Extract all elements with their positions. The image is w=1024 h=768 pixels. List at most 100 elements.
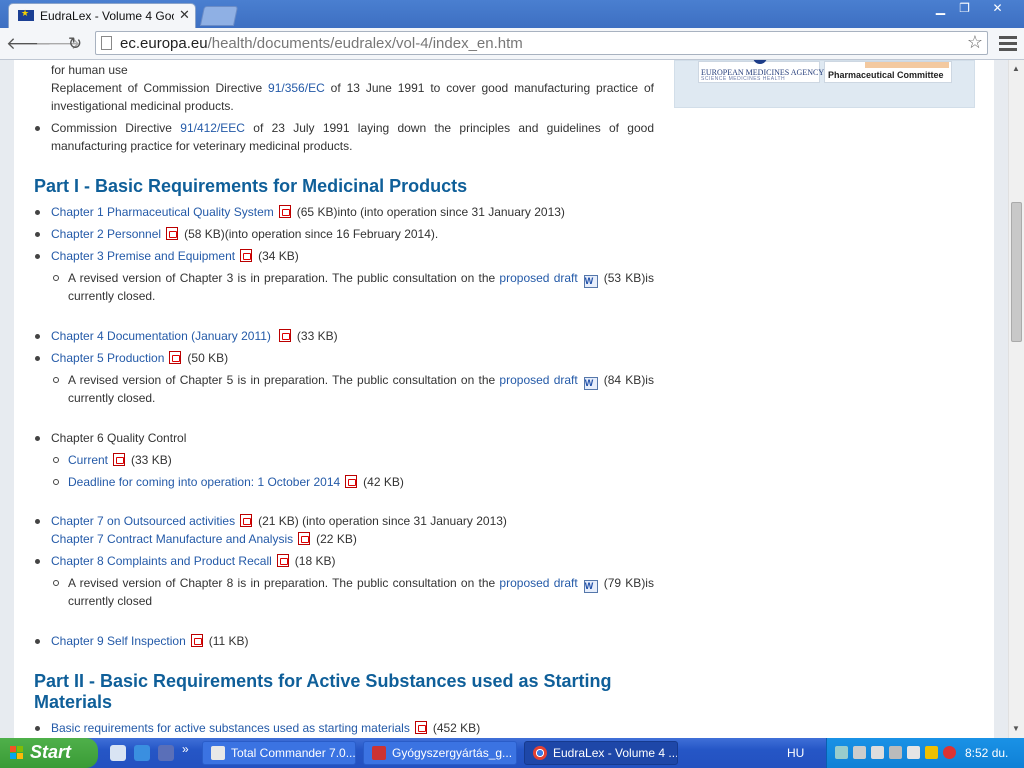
scroll-down-icon[interactable]: ▼ (1012, 724, 1020, 733)
network-icon[interactable] (835, 746, 848, 759)
list-text: for human use (51, 63, 128, 77)
part2-heading: Part II - Basic Requirements for Active … (34, 671, 612, 691)
directive-91-412-link[interactable]: 91/412/EEC (180, 121, 245, 135)
ema-logo[interactable]: EUROPEAN MEDICINES AGENCY SCIENCE MEDICI… (698, 60, 824, 83)
taskbar-item-document[interactable]: Gyógyszergyártás_g... (363, 741, 517, 765)
pdf-reader-icon (372, 746, 386, 760)
word-doc-icon[interactable]: W (583, 580, 598, 593)
bullet (35, 254, 40, 259)
close-tab-icon[interactable]: ✕ (179, 7, 190, 23)
start-button[interactable]: Start (0, 738, 98, 768)
sub-bullet (53, 580, 59, 586)
shield-icon[interactable] (925, 746, 938, 759)
list-item: Chapter 5 Production (50 KB) (51, 351, 229, 365)
pdf-icon[interactable] (190, 634, 203, 647)
taskbar: Start » Total Commander 7.0... Gyógyszer… (0, 738, 1024, 768)
bullet (35, 436, 40, 441)
windows-flag-icon (10, 746, 24, 760)
printer-icon[interactable] (853, 746, 866, 759)
quicklaunch-expand-icon[interactable]: » (182, 742, 189, 756)
pdf-icon[interactable] (166, 227, 179, 240)
scrollbar-thumb[interactable] (1011, 202, 1022, 342)
page-icon (101, 36, 112, 50)
ch5-proposed-draft-link[interactable]: proposed draft (499, 373, 577, 387)
desktop-icon[interactable] (110, 745, 126, 761)
pdf-icon[interactable] (298, 532, 311, 545)
pdf-icon[interactable] (113, 453, 126, 466)
url-text[interactable]: ec.europa.eu/health/documents/eudralex/v… (120, 35, 523, 52)
ch6-deadline-link[interactable]: Deadline for coming into operation: 1 Oc… (68, 475, 340, 489)
chapter7-link[interactable]: Chapter 7 on Outsourced activities (51, 514, 235, 528)
sub-bullet (53, 479, 59, 485)
sync-icon[interactable] (907, 746, 920, 759)
list-item: Replacement of Commission Directive 91/3… (51, 81, 654, 95)
ch3-proposed-draft-link[interactable]: proposed draft (499, 271, 577, 285)
word-doc-icon[interactable]: W (583, 275, 598, 288)
new-tab-button[interactable] (199, 6, 239, 26)
pdf-icon[interactable] (278, 329, 291, 342)
chapter4-link[interactable]: Chapter 4 Documentation (January 2011) (51, 329, 271, 343)
ie-icon[interactable] (134, 745, 150, 761)
chapter1-link[interactable]: Chapter 1 Pharmaceutical Quality System (51, 205, 274, 219)
bullet (35, 356, 40, 361)
reload-icon[interactable]: ↻ (64, 33, 86, 55)
directive-91-356-link[interactable]: 91/356/EC (268, 81, 325, 95)
tab-eudralex[interactable]: EudraLex - Volume 4 Good m ✕ (8, 3, 196, 28)
pdf-icon[interactable] (240, 514, 253, 527)
bullet (35, 126, 40, 131)
chapter5-link[interactable]: Chapter 5 Production (51, 351, 164, 365)
active-substances-link[interactable]: Basic requirements for active substances… (51, 721, 410, 735)
list-item: Commission Directive 91/412/EEC of 23 Ju… (51, 121, 654, 135)
chapter8-link[interactable]: Chapter 8 Complaints and Product Recall (51, 554, 272, 568)
list-item: Chapter 6 Quality Control (51, 431, 187, 445)
pharmaceutical-committee-logo[interactable]: Pharmaceutical Committee (824, 61, 952, 83)
chapter3-link[interactable]: Chapter 3 Premise and Equipment (51, 249, 235, 263)
hardware-icon[interactable] (889, 746, 902, 759)
pdf-icon[interactable] (169, 351, 182, 364)
volume-icon[interactable] (871, 746, 884, 759)
antivirus-icon[interactable] (943, 746, 956, 759)
pdf-icon[interactable] (276, 554, 289, 567)
list-item: Chapter 4 Documentation (January 2011) (3… (51, 329, 338, 343)
forward-arrow-icon[interactable]: 🡒 (35, 33, 81, 55)
taskbar-item-chrome[interactable]: EudraLex - Volume 4 ... (524, 741, 678, 765)
ema-emblem-icon (753, 60, 767, 64)
part2-heading-cont: Materials (34, 692, 113, 712)
bullet (35, 210, 40, 215)
list-item: Chapter 7 Contract Manufacture and Analy… (51, 532, 357, 546)
menu-icon[interactable] (999, 33, 1017, 53)
pdf-icon[interactable] (345, 475, 358, 488)
pdf-icon[interactable] (414, 721, 427, 734)
chapter9-link[interactable]: Chapter 9 Self Inspection (51, 634, 186, 648)
bullet (35, 559, 40, 564)
chapter7-contract-link[interactable]: Chapter 7 Contract Manufacture and Analy… (51, 532, 293, 546)
ch8-proposed-draft-link[interactable]: proposed draft (499, 576, 577, 590)
committee-image (865, 62, 949, 68)
language-indicator[interactable]: HU (787, 746, 804, 760)
chapter2-link[interactable]: Chapter 2 Personnel (51, 227, 161, 241)
list-item: Chapter 2 Personnel (58 KB)(into operatio… (51, 227, 439, 241)
list-item: A revised version of Chapter 8 is in pre… (68, 576, 654, 593)
page-viewport: EUROPEAN MEDICINES AGENCY SCIENCE MEDICI… (0, 60, 1008, 738)
restore-icon[interactable]: ❐ (953, 0, 976, 17)
total-commander-icon (211, 746, 225, 760)
ch6-current-link[interactable]: Current (68, 453, 108, 467)
pdf-icon[interactable] (278, 205, 291, 218)
close-window-icon[interactable]: ✕ (986, 0, 1009, 17)
bookmark-star-icon[interactable]: ☆ (967, 32, 983, 53)
bullet (35, 334, 40, 339)
tab-strip: EudraLex - Volume 4 Good m ✕ ▁ ❐ ✕ (0, 0, 1024, 28)
list-item: Deadline for coming into operation: 1 Oc… (68, 475, 404, 489)
vertical-scrollbar[interactable]: ▲ ▼ (1008, 60, 1024, 738)
address-bar[interactable]: ec.europa.eu/health/documents/eudralex/v… (95, 31, 988, 55)
sub-bullet (53, 275, 59, 281)
scroll-up-icon[interactable]: ▲ (1012, 64, 1020, 73)
taskbar-item-total-commander[interactable]: Total Commander 7.0... (202, 741, 356, 765)
media-player-icon[interactable] (158, 745, 174, 761)
system-tray: 8:52 du. (826, 738, 1024, 768)
eu-flag-icon (18, 8, 34, 21)
minimize-icon[interactable]: ▁ (929, 0, 952, 17)
word-doc-icon[interactable]: W (583, 377, 598, 390)
pdf-icon[interactable] (240, 249, 253, 262)
back-arrow-icon[interactable]: 🡐 (6, 33, 52, 55)
